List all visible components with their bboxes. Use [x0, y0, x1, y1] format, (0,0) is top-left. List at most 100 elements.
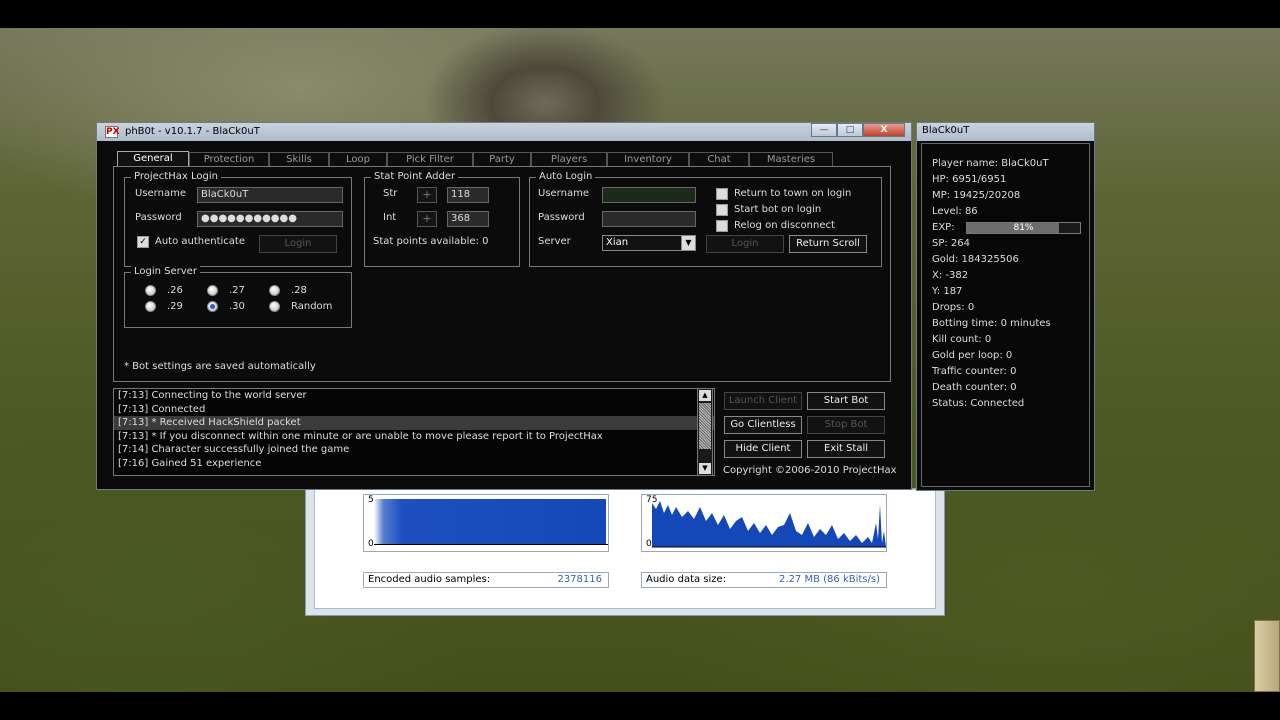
login-button[interactable]: Login: [259, 235, 337, 253]
connection-status: Status: Connected: [932, 398, 1025, 409]
return-scroll-button[interactable]: Return Scroll: [789, 235, 867, 253]
log-line: [7:13] Connected: [118, 403, 206, 415]
kill-count: Kill count: 0: [932, 334, 992, 345]
radio-server-28[interactable]: [269, 285, 280, 296]
radio-label: .28: [291, 285, 307, 296]
auto-username-label: Username: [538, 188, 589, 199]
audio-size-readout: Audio data size: 2.27 MB (86 kBits/s): [641, 572, 887, 588]
exp-bar: 81%: [966, 222, 1081, 234]
tab-protection[interactable]: Protection: [189, 152, 269, 167]
tab-loop[interactable]: Loop: [329, 152, 387, 167]
letterbox-top: [0, 0, 1280, 28]
projecthax-login-group: ProjectHax Login Username BlaCk0uT Passw…: [124, 171, 352, 267]
tab-bar: General Protection Skills Loop Pick Filt…: [117, 151, 833, 167]
scroll-thumb[interactable]: [699, 403, 711, 449]
bitrate-waveform: [652, 501, 886, 548]
tab-inventory[interactable]: Inventory: [607, 152, 689, 167]
go-clientless-button[interactable]: Go Clientless: [724, 416, 802, 434]
return-town-checkbox[interactable]: [716, 188, 728, 200]
general-panel: ProjectHax Login Username BlaCk0uT Passw…: [113, 166, 891, 382]
int-plus-button[interactable]: +: [417, 211, 437, 227]
level-stat: Level: 86: [932, 206, 978, 217]
radio-label: .29: [167, 301, 183, 312]
tab-masteries[interactable]: Masteries: [749, 152, 833, 167]
auto-password-field[interactable]: [602, 211, 696, 227]
exp-label: EXP:: [932, 222, 955, 233]
gold-per-loop: Gold per loop: 0: [932, 350, 1013, 361]
sp-stat: SP: 264: [932, 238, 971, 249]
start-bot-button[interactable]: Start Bot: [807, 392, 885, 410]
launch-client-button[interactable]: Launch Client: [724, 392, 802, 410]
bot-window-titlebar[interactable]: PX phB0t - v10.1.7 - BlaCk0uT — □ X: [97, 123, 911, 141]
start-bot-checkbox[interactable]: [716, 204, 728, 216]
tab-general[interactable]: General: [117, 151, 189, 167]
auto-authenticate-checkbox[interactable]: ✓: [137, 236, 149, 248]
minimize-button[interactable]: —: [811, 123, 837, 137]
radio-label: .27: [229, 285, 245, 296]
tab-chat[interactable]: Chat: [689, 152, 749, 167]
radio-server-26[interactable]: [145, 285, 156, 296]
hp-stat: HP: 6951/6951: [932, 174, 1007, 185]
stat-points-available: Stat points available: 0: [373, 236, 489, 247]
int-value-field[interactable]: 368: [447, 211, 489, 227]
radio-label: Random: [291, 301, 333, 312]
log-line: [7:14] Character successfully joined the…: [118, 444, 350, 455]
close-button[interactable]: X: [863, 123, 905, 137]
character-window-title: BlaCk0uT: [922, 125, 970, 136]
tab-pick-filter[interactable]: Pick Filter: [387, 152, 473, 167]
graph-y-top: 75: [646, 495, 658, 505]
password-field[interactable]: ●●●●●●●●●●●: [197, 211, 343, 227]
radio-server-29[interactable]: [145, 301, 156, 312]
gold-stat: Gold: 184325506: [932, 254, 1019, 265]
username-label: Username: [135, 188, 186, 199]
auto-username-field[interactable]: [602, 187, 696, 203]
exp-percent: 81%: [1013, 223, 1034, 233]
str-value-field[interactable]: 118: [447, 187, 489, 203]
scroll-up-icon[interactable]: ▲: [699, 390, 711, 401]
radio-server-30[interactable]: [207, 301, 218, 312]
encoder-window: 5 0 75 0 Encoded audio samples: 2378116 …: [305, 488, 945, 616]
login-server-group: Login Server .26 .27 .28 .29 .30 Random: [124, 266, 352, 328]
auto-password-label: Password: [538, 212, 585, 223]
mp-stat: MP: 19425/20208: [932, 190, 1021, 201]
game-ui-panel[interactable]: [1254, 620, 1280, 692]
audio-size-value: 2.27 MB (86 kBits/s): [779, 574, 880, 585]
auto-login-button[interactable]: Login: [706, 235, 784, 253]
audio-level-fill: [374, 499, 606, 545]
encoder-panel: 5 0 75 0 Encoded audio samples: 2378116 …: [314, 489, 936, 609]
log-scrollbar[interactable]: ▲ ▼: [697, 388, 713, 476]
radio-server-27[interactable]: [207, 285, 218, 296]
log-list[interactable]: [7:13] Connecting to the world server [7…: [113, 388, 715, 476]
letterbox-bottom: [0, 692, 1280, 720]
server-label: Server: [538, 236, 571, 247]
password-label: Password: [135, 212, 182, 223]
character-info-panel: Player name: BlaCk0uT HP: 6951/6951 MP: …: [921, 143, 1090, 487]
relog-checkbox[interactable]: [716, 220, 728, 232]
stop-bot-button[interactable]: Stop Bot: [807, 416, 885, 434]
traffic-counter: Traffic counter: 0: [932, 366, 1017, 377]
x-coordinate: X: -382: [932, 270, 969, 281]
tab-party[interactable]: Party: [473, 152, 531, 167]
str-label: Str: [383, 188, 398, 199]
username-field[interactable]: BlaCk0uT: [197, 187, 343, 203]
scroll-down-icon[interactable]: ▼: [699, 463, 711, 474]
player-name: Player name: BlaCk0uT: [932, 158, 1049, 169]
copyright-text: Copyright ©2006-2010 ProjectHax: [723, 465, 897, 476]
y-coordinate: Y: 187: [932, 286, 963, 297]
maximize-button[interactable]: □: [837, 123, 863, 137]
return-town-label: Return to town on login: [734, 188, 852, 199]
group-title: Stat Point Adder: [371, 171, 459, 182]
tab-skills[interactable]: Skills: [269, 152, 329, 167]
bot-window-title: phB0t - v10.1.7 - BlaCk0uT: [125, 126, 260, 137]
exit-stall-button[interactable]: Exit Stall: [807, 440, 885, 458]
radio-label: .30: [229, 301, 245, 312]
radio-server-random[interactable]: [269, 301, 280, 312]
str-plus-button[interactable]: +: [417, 187, 437, 203]
graph-y-zero: 0: [368, 539, 374, 549]
server-select[interactable]: Xian ▼: [602, 235, 696, 251]
character-window-titlebar[interactable]: BlaCk0uT: [917, 123, 1094, 141]
encoded-samples-label: Encoded audio samples:: [368, 574, 491, 585]
tab-players[interactable]: Players: [531, 152, 607, 167]
encoded-samples-readout: Encoded audio samples: 2378116: [363, 572, 609, 588]
hide-client-button[interactable]: Hide Client: [724, 440, 802, 458]
